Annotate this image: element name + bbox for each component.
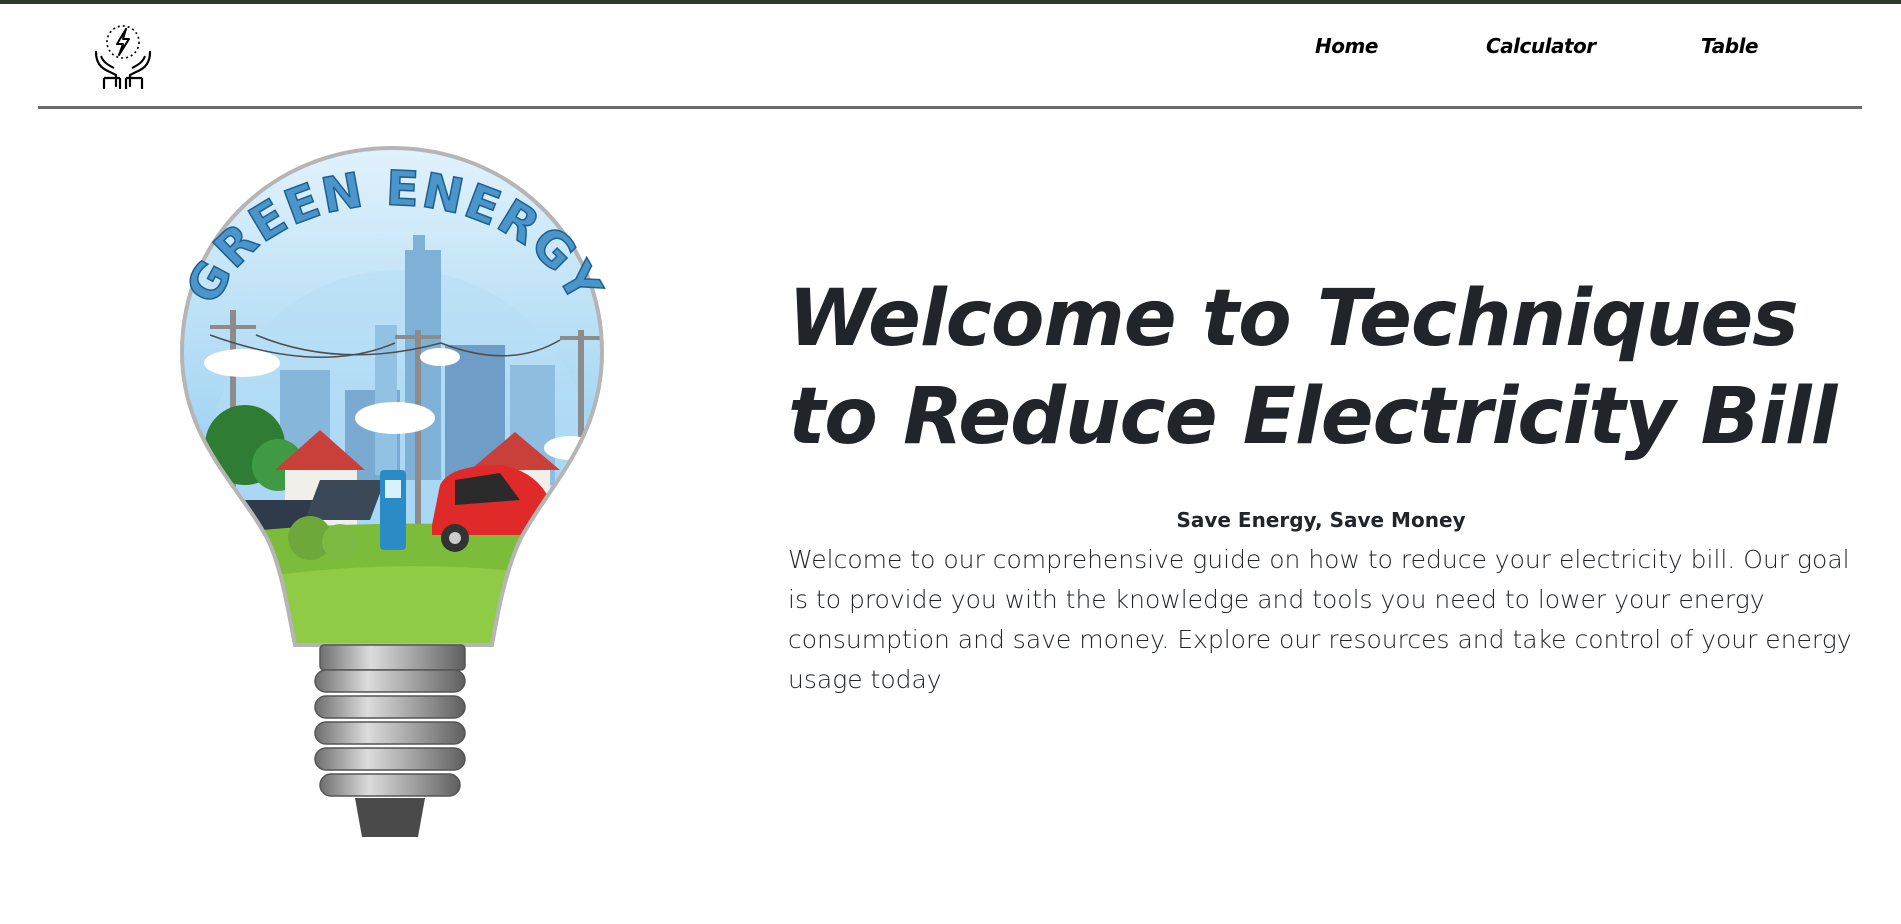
header-divider xyxy=(38,106,1862,109)
hands-with-lightning-icon xyxy=(94,25,152,89)
nav-link-home[interactable]: Home xyxy=(1315,34,1378,58)
green-energy-lightbulb-illustration: GREEN ENERGY xyxy=(170,140,620,845)
nav-link-table[interactable]: Table xyxy=(1701,34,1759,58)
hero-tagline: Save Energy, Save Money xyxy=(1176,508,1466,532)
hero-title: Welcome to Techniques to Reduce Electric… xyxy=(788,274,1837,462)
hero-description: Welcome to our comprehensive guide on ho… xyxy=(788,545,1852,694)
nav-link-calculator[interactable]: Calculator xyxy=(1486,34,1596,58)
navbar: Home Calculator Table xyxy=(0,4,1901,104)
site-logo[interactable] xyxy=(90,22,156,90)
